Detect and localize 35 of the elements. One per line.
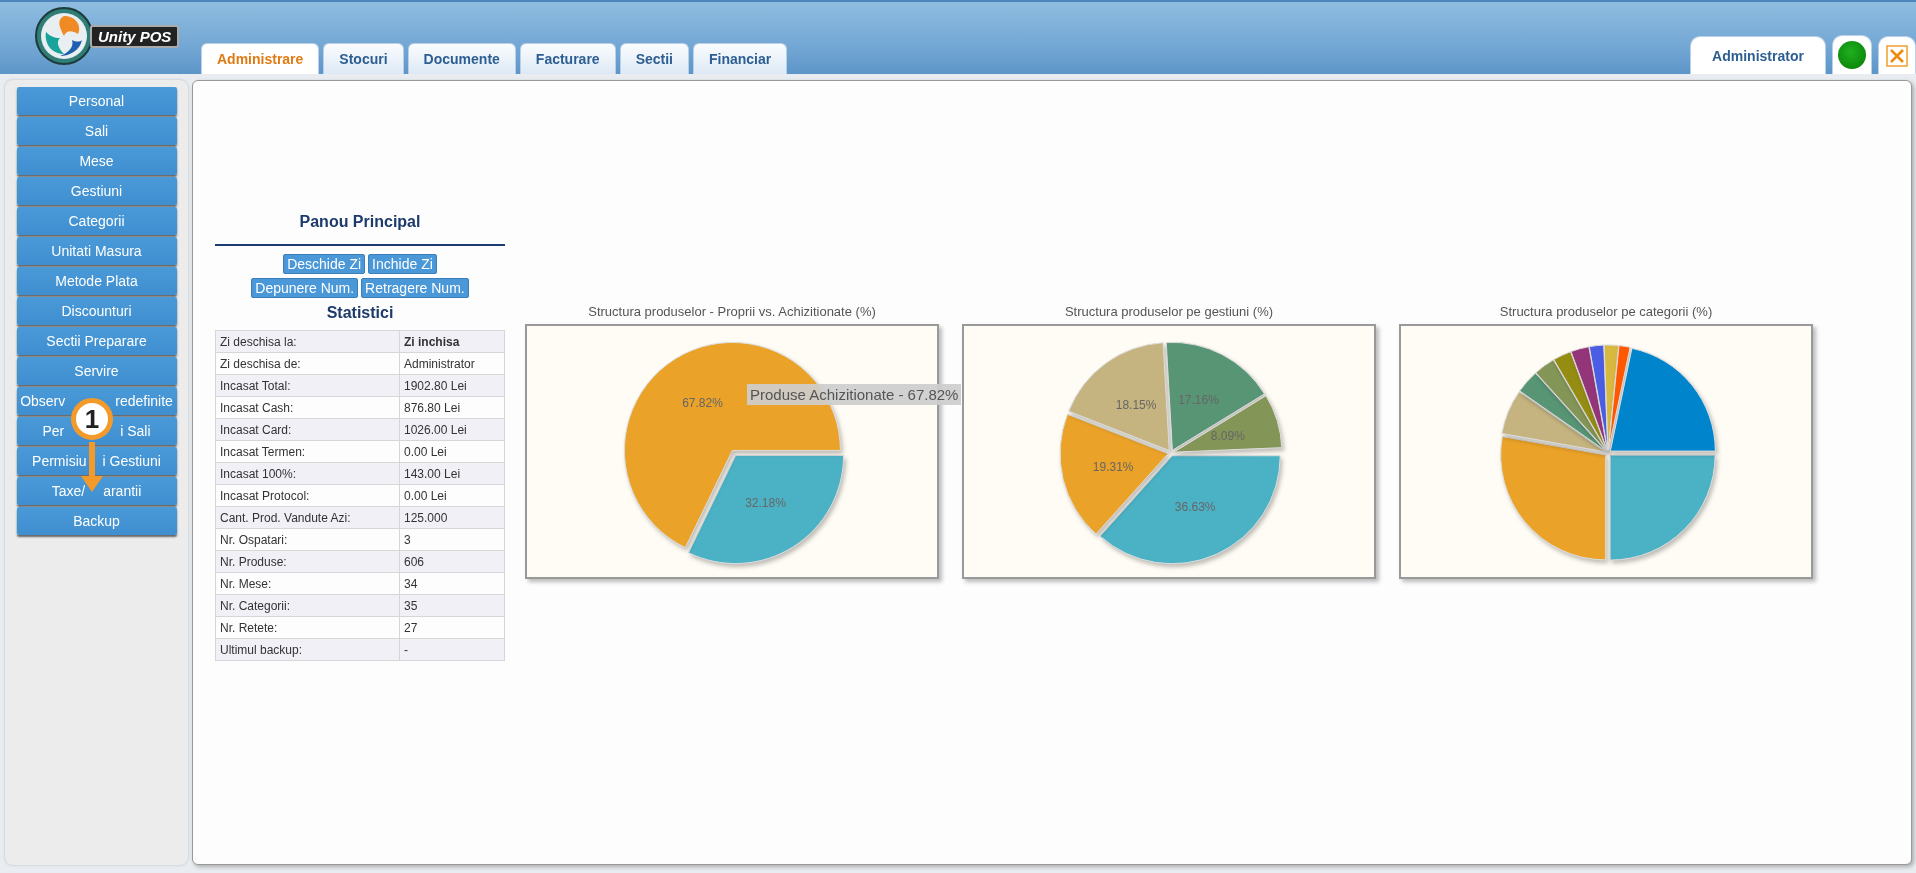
table-cell: 34 (399, 572, 505, 595)
chart-title: Structura produselor pe gestiuni (%) (1063, 304, 1275, 321)
section-title: Statistici (325, 304, 395, 322)
table-cell: Nr. Retete: (215, 616, 400, 639)
table-cell: 0.00 Lei (399, 484, 505, 507)
table-cell: Incasat Total: (215, 374, 400, 397)
table-cell: 27 (399, 616, 505, 639)
tooltip: Produse Achizitionate - 67.82% (747, 384, 962, 405)
table-cell: Incasat Termen: (215, 440, 400, 463)
table-cell: Nr. Ospatari: (215, 528, 400, 551)
data-label: 36.63% (1174, 500, 1216, 515)
data-label: 32.18% (745, 496, 786, 511)
table-cell: Zi inchisa (399, 330, 505, 353)
table-cell: Incasat Protocol: (215, 484, 400, 507)
table-cell: 876.80 Lei (399, 396, 505, 419)
chart-title: Structura produselor pe categorii (%) (1498, 304, 1714, 321)
table-cell: Cant. Prod. Vandute Azi: (215, 506, 400, 529)
table-cell: Incasat 100%: (215, 462, 400, 485)
table-cell: Administrator (399, 352, 505, 375)
data-label: 18.15% (1115, 397, 1157, 412)
table-cell: 0.00 Lei (399, 440, 505, 463)
logo-text: Unity POS (90, 24, 180, 48)
table-cell: Nr. Mese: (215, 572, 400, 595)
table-cell: Nr. Produse: (215, 550, 400, 573)
panel-title: Panou Principal (298, 212, 422, 232)
data-label: 67.82% (682, 395, 723, 410)
table-cell: Ultimul backup: (215, 638, 400, 661)
table-cell: Zi deschisa de: (215, 352, 400, 375)
table-cell: Nr. Categorii: (215, 594, 400, 617)
table-cell: Incasat Cash: (215, 396, 400, 419)
chart-title: Structura produselor - Proprii vs. Achizitionate (%) (587, 304, 877, 321)
table-cell: Zi deschisa la: (215, 330, 400, 353)
table-cell: Incasat Card: (215, 418, 400, 441)
table-cell: 3 (399, 528, 505, 551)
data-label: 19.31% (1092, 459, 1134, 474)
